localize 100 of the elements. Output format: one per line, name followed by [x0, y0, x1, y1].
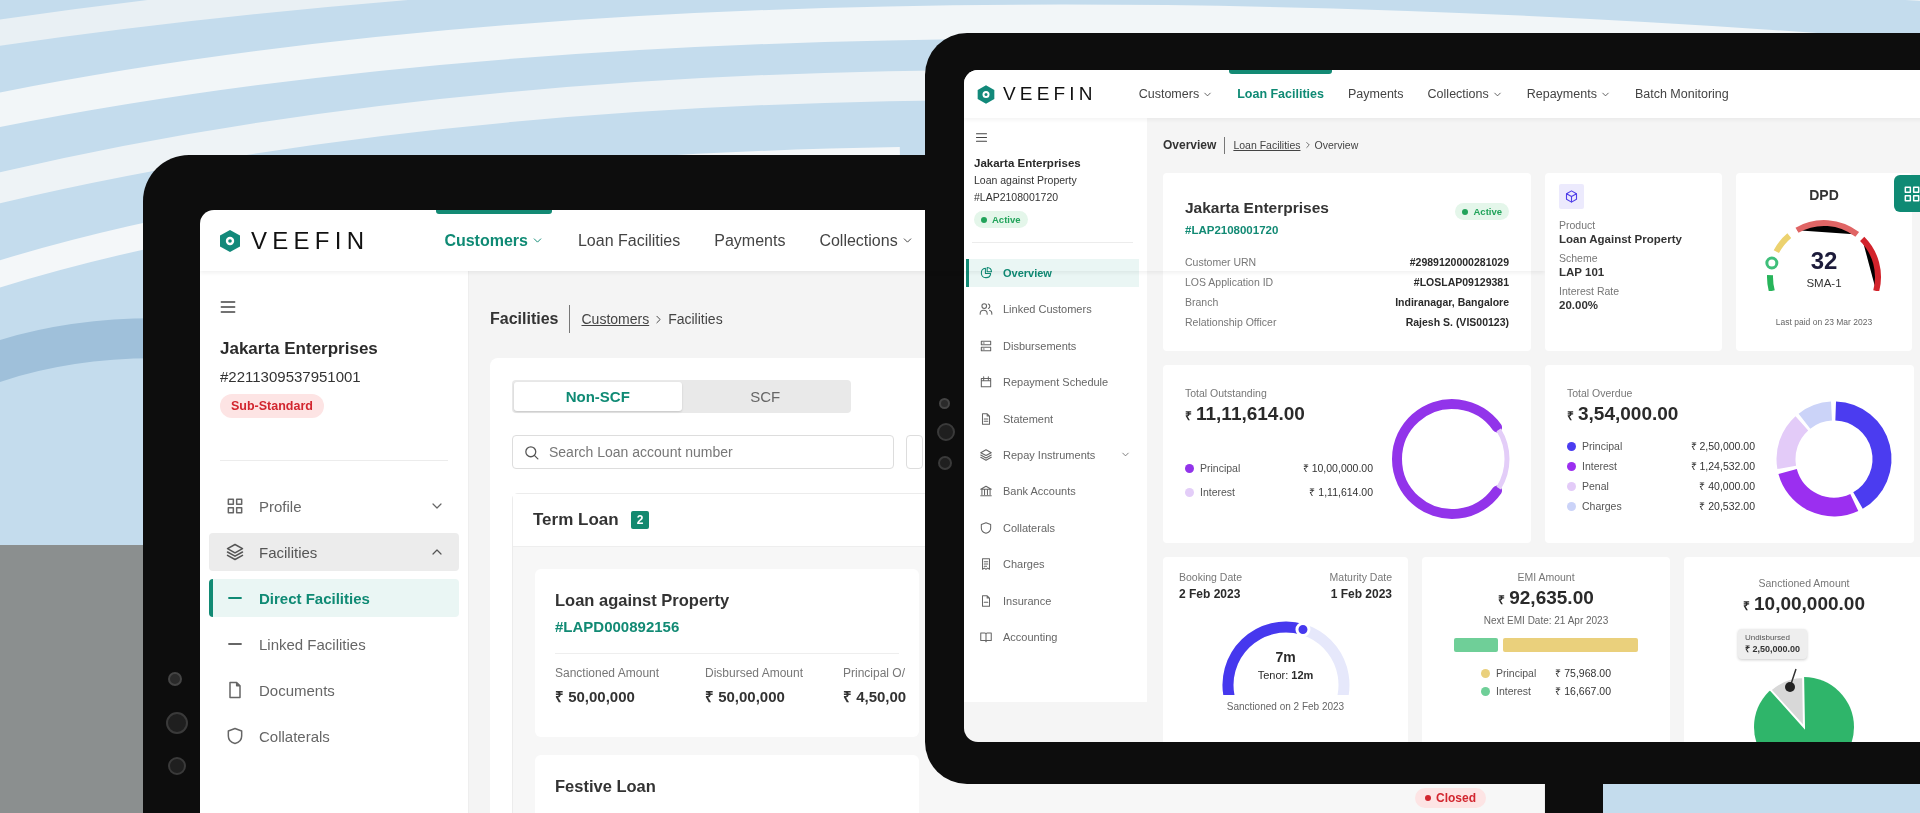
hardware-button[interactable] [938, 456, 952, 470]
status-badge: Active [1455, 203, 1509, 220]
field-label: Interest Rate [1559, 285, 1621, 297]
legend-label: Principal [1200, 462, 1242, 474]
sidebar-item[interactable]: Insurance [966, 586, 1139, 615]
sidebar-item[interactable]: Accounting [966, 622, 1139, 651]
page-title: Facilities [490, 310, 559, 328]
nav-link[interactable]: Customers [1130, 70, 1222, 118]
detail-label: Customer URN [1185, 256, 1257, 268]
search-field[interactable]: Search Loan account number [512, 435, 894, 469]
sidebar-item[interactable]: Linked Customers [966, 295, 1139, 324]
currency-symbol: ₹ [1185, 408, 1192, 424]
nav-link[interactable]: Batch Monitoring [1626, 70, 1737, 118]
legend-value: ₹ 1,24,532.00 [1690, 459, 1755, 473]
hardware-button[interactable] [166, 712, 188, 734]
loan-id: #LAP2108001720 [974, 191, 1059, 203]
interest-bar-segment [1454, 638, 1498, 652]
logo-icon [218, 227, 242, 254]
sidebar-item[interactable]: Collaterals [966, 513, 1139, 542]
detail-value: Rajesh S. (VIS00123) [1405, 316, 1509, 328]
sidebar-item[interactable]: Bank Accounts [966, 477, 1139, 506]
count-badge: 2 [630, 511, 650, 529]
sidebar-subitem[interactable]: Linked Facilities [209, 625, 459, 663]
dash-icon [228, 597, 242, 599]
legend-value: ₹ 2,50,000.00 [1690, 439, 1755, 453]
tenor-text: Tenor: 12m [1256, 669, 1315, 681]
nav-link[interactable]: Collections [811, 210, 922, 271]
menu-icon[interactable] [974, 130, 989, 145]
sidebar-item[interactable]: Documents [209, 671, 459, 709]
stack-icon [979, 338, 993, 353]
hardware-button[interactable] [937, 423, 955, 441]
sidebar-item[interactable]: Overview [966, 259, 1139, 287]
field-value: 20.00% [1559, 299, 1599, 311]
sidebar-item[interactable]: Profile [209, 487, 459, 525]
detail-label: Relationship Officer [1185, 316, 1277, 328]
segment-tab[interactable]: SCF [681, 382, 849, 411]
legend-label: Interest [1496, 685, 1533, 697]
field-label: Product [1559, 219, 1597, 231]
card-label: Total Overdue [1567, 387, 1634, 399]
pie-chart-icon [979, 266, 993, 280]
legend-value: ₹ 1,11,614.00 [1309, 485, 1373, 499]
search-icon [523, 444, 540, 461]
filter-button[interactable] [906, 435, 923, 469]
field-value: ₹ 4,50,00 [843, 687, 907, 706]
loan-id: #LAPD000892156 [555, 618, 681, 635]
date-value: 2 Feb 2023 [1179, 587, 1242, 601]
loan-name: Festive Loan [555, 777, 657, 796]
detail-value: Indiranagar, Bangalore [1395, 296, 1509, 308]
detail-label: LOS Application ID [1185, 276, 1274, 288]
nav-link[interactable]: Collections [1419, 70, 1511, 118]
sidebar-item[interactable]: Repayment Schedule [966, 368, 1139, 397]
currency-symbol: ₹ [1567, 408, 1574, 424]
nav-link[interactable]: Payments [706, 210, 794, 271]
dash-icon [228, 643, 242, 645]
nav-link[interactable]: Payments [1340, 70, 1412, 118]
sidebar-item[interactable]: Charges [966, 550, 1139, 579]
nav-link[interactable]: Loan Facilities [569, 210, 689, 271]
sidebar-item[interactable]: Facilities [209, 533, 459, 571]
breadcrumb-current: Facilities [668, 311, 723, 327]
sidebar-item[interactable]: Disbursements [966, 331, 1139, 360]
last-paid-note: Last paid on 23 Mar 2023 [1775, 317, 1873, 327]
field-label: Sanctioned Amount [555, 666, 661, 680]
camera-lens [168, 672, 182, 686]
detail-value: #2989120000281029 [1409, 256, 1509, 268]
breadcrumb-link[interactable]: Loan Facilities [1233, 139, 1301, 151]
sidebar-item[interactable]: Statement [966, 404, 1139, 433]
calendar-icon [979, 375, 993, 390]
shield-icon [225, 726, 245, 746]
sidebar-subitem[interactable]: Direct Facilities [209, 579, 459, 617]
grid-icon [225, 496, 245, 516]
status-badge: Closed [1415, 788, 1486, 808]
customer-name: Jakarta Enterprises [220, 339, 378, 359]
legend-value: ₹ 16,667.00 [1555, 684, 1611, 698]
cube-icon [1564, 189, 1579, 204]
next-emi-date: Next EMI Date: 21 Apr 2023 [1483, 615, 1609, 626]
hardware-button[interactable] [168, 757, 186, 775]
page-title: Overview [1163, 138, 1217, 152]
sidebar-item[interactable]: Collaterals [209, 717, 459, 755]
nav-link[interactable]: Loan Facilities [1229, 70, 1332, 118]
currency-symbol: ₹ [1498, 592, 1506, 608]
legend-label: Interest [1200, 486, 1237, 498]
card-label: Total Outstanding [1185, 387, 1268, 399]
layers-icon [225, 542, 245, 562]
customer-name: Jakarta Enterprises [1185, 198, 1329, 217]
segment-tab[interactable]: Non-SCF [514, 382, 682, 411]
layers-icon [979, 447, 993, 462]
amount-value: 11,11,614.00 [1196, 403, 1305, 425]
detail-value: #LOSLAP09129381 [1413, 276, 1509, 288]
legend-label: Interest [1582, 460, 1619, 472]
breadcrumb-current: Overview [1314, 139, 1359, 151]
book-icon [979, 629, 993, 644]
sidebar-item[interactable]: Repay Instruments [966, 440, 1139, 469]
amount-value: 10,00,000.00 [1754, 593, 1865, 615]
breadcrumb-link[interactable]: Customers [581, 311, 650, 327]
loan-card[interactable]: Loan against Property #LAPD000892156 Sanctioned Amount ₹ 50,00,000 Disbursed Amount ₹ 50,00,000 Principal O/ ₹ 4,50,00 [535, 569, 919, 737]
product-name: Loan against Property [974, 174, 1077, 186]
loan-card[interactable]: Festive Loan [535, 755, 919, 813]
nav-link[interactable]: Repayments [1518, 70, 1619, 118]
nav-link[interactable]: Customers [436, 210, 552, 271]
elapsed-months: 7m [1274, 649, 1297, 665]
